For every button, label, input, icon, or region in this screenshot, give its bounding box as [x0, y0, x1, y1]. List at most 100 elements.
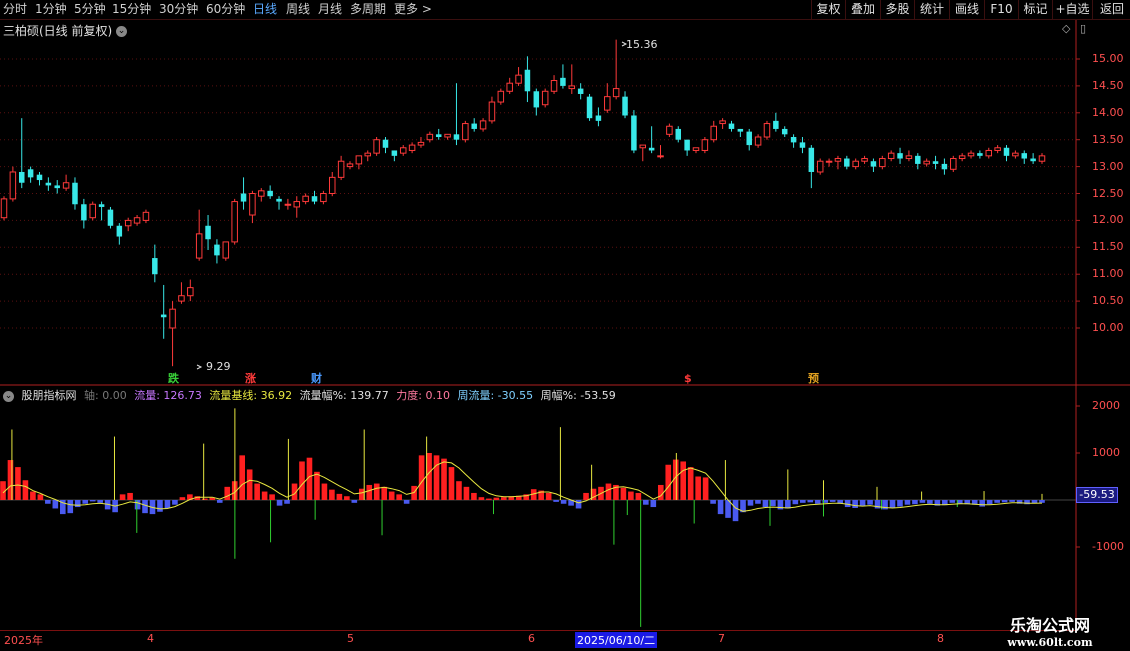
- diamond-icon[interactable]: ◇: [1062, 22, 1070, 35]
- candle-body: [861, 158, 868, 162]
- candle-body: [701, 139, 709, 151]
- stock-title[interactable]: 三柏硕(日线 前复权) ⌄: [3, 22, 128, 39]
- candle-body: [426, 133, 434, 141]
- candle-body: [276, 198, 282, 202]
- flow-bar: [254, 483, 260, 500]
- candle-body: [870, 161, 877, 167]
- indicator-chevron-icon[interactable]: ⌄: [3, 390, 14, 402]
- candle-body: [453, 134, 460, 140]
- flow-bar: [396, 494, 402, 500]
- event-marker[interactable]: $: [684, 372, 692, 385]
- flow-bar: [994, 500, 1000, 503]
- flow-bar: [829, 500, 836, 502]
- candle-body: [187, 287, 194, 297]
- candle-body: [346, 163, 354, 168]
- candle-body: [240, 193, 247, 202]
- candle-body: [62, 182, 70, 189]
- flow-bar: [441, 458, 447, 500]
- flow-bar: [770, 500, 776, 507]
- candle-body: [994, 147, 1001, 151]
- candle-body: [18, 171, 25, 183]
- flow-bar: [792, 500, 799, 505]
- candle-body: [311, 196, 318, 202]
- date-label-jul: 7: [718, 632, 725, 645]
- candle-body: [214, 244, 220, 256]
- week-flow-value: 周流量: -30.55: [457, 389, 534, 402]
- flow-bar: [381, 486, 388, 500]
- kline-chart[interactable]: [0, 0, 1130, 650]
- candle-body: [541, 90, 549, 106]
- event-marker[interactable]: 财: [311, 370, 322, 386]
- flow-bar: [695, 476, 701, 500]
- candle-body: [444, 133, 451, 138]
- candle-body: [781, 128, 788, 135]
- event-marker[interactable]: 跌: [168, 370, 179, 386]
- price-tick-label: 11.00: [1092, 267, 1124, 281]
- candle-body: [586, 96, 593, 119]
- price-tick-label: 15.00: [1092, 52, 1124, 65]
- flow-bar: [142, 500, 148, 514]
- flow-bar: [373, 483, 380, 500]
- flow-bar: [643, 500, 649, 505]
- candle-body: [417, 141, 425, 146]
- flow-value: 流量: 126.73: [134, 389, 202, 402]
- indicator-name[interactable]: 股朋指标网: [22, 389, 77, 402]
- flow-bar: [687, 467, 694, 500]
- candle-body: [72, 182, 78, 205]
- candle-body: [763, 123, 771, 138]
- flow-bar: [486, 498, 492, 500]
- candle-body: [98, 204, 105, 207]
- candle-body: [950, 158, 957, 170]
- axis-value: 轴: 0.00: [84, 389, 127, 402]
- candle-body: [293, 201, 301, 208]
- candle-body: [205, 225, 211, 240]
- flow-bar: [119, 494, 126, 500]
- candle-body: [0, 198, 8, 219]
- candle-body: [506, 82, 513, 92]
- flow-bar: [560, 500, 567, 504]
- event-marker[interactable]: 涨: [245, 370, 256, 386]
- candle-body: [399, 147, 407, 154]
- candle-body: [435, 134, 442, 138]
- date-label-year: 2025年: [4, 634, 43, 647]
- stock-title-text: 三柏硕(日线 前复权): [3, 24, 113, 38]
- candle-body: [36, 174, 43, 181]
- flow-bar: [89, 500, 96, 502]
- flow-bar: [37, 494, 44, 500]
- flow-bar: [336, 493, 343, 500]
- candle-body: [746, 131, 752, 146]
- flow-bar: [52, 500, 59, 509]
- chart-controls: ◇ ▯: [1062, 22, 1086, 35]
- candle-body: [932, 161, 939, 164]
- watermark-logo: 乐淘公式网 www.60lt.com: [995, 612, 1105, 649]
- event-marker[interactable]: 预: [808, 370, 819, 386]
- chevron-down-icon[interactable]: ⌄: [116, 26, 128, 37]
- maximize-icon[interactable]: ▯: [1080, 22, 1086, 35]
- candle-body: [231, 201, 238, 243]
- flow-bar: [650, 500, 657, 508]
- flow-bar: [665, 464, 672, 500]
- flow-bar: [755, 500, 761, 504]
- candle-body: [27, 169, 34, 178]
- flow-bar: [67, 500, 74, 514]
- flow-bar: [7, 460, 14, 500]
- candle-body: [941, 163, 948, 170]
- candle-body: [284, 203, 292, 206]
- watermark-url: www.60lt.com: [1007, 636, 1093, 649]
- price-tick-label: 13.00: [1092, 159, 1124, 173]
- candle-body: [320, 193, 327, 203]
- candle-body: [897, 153, 903, 159]
- candle-body: [958, 155, 966, 160]
- strength-value: 力度: 0.10: [396, 389, 450, 402]
- candle-body: [329, 176, 336, 194]
- candle-body: [967, 152, 975, 157]
- flow-bar: [620, 487, 627, 500]
- candle-body: [595, 115, 602, 121]
- candle-body: [622, 96, 628, 116]
- date-axis: 2025年 4 5 6 2025/06/10/二 7 8: [0, 630, 1076, 651]
- candle-body: [533, 91, 540, 108]
- flow-bar: [710, 500, 716, 504]
- candle-body: [905, 155, 913, 160]
- candle-body: [1021, 153, 1028, 159]
- candle-body: [719, 120, 726, 125]
